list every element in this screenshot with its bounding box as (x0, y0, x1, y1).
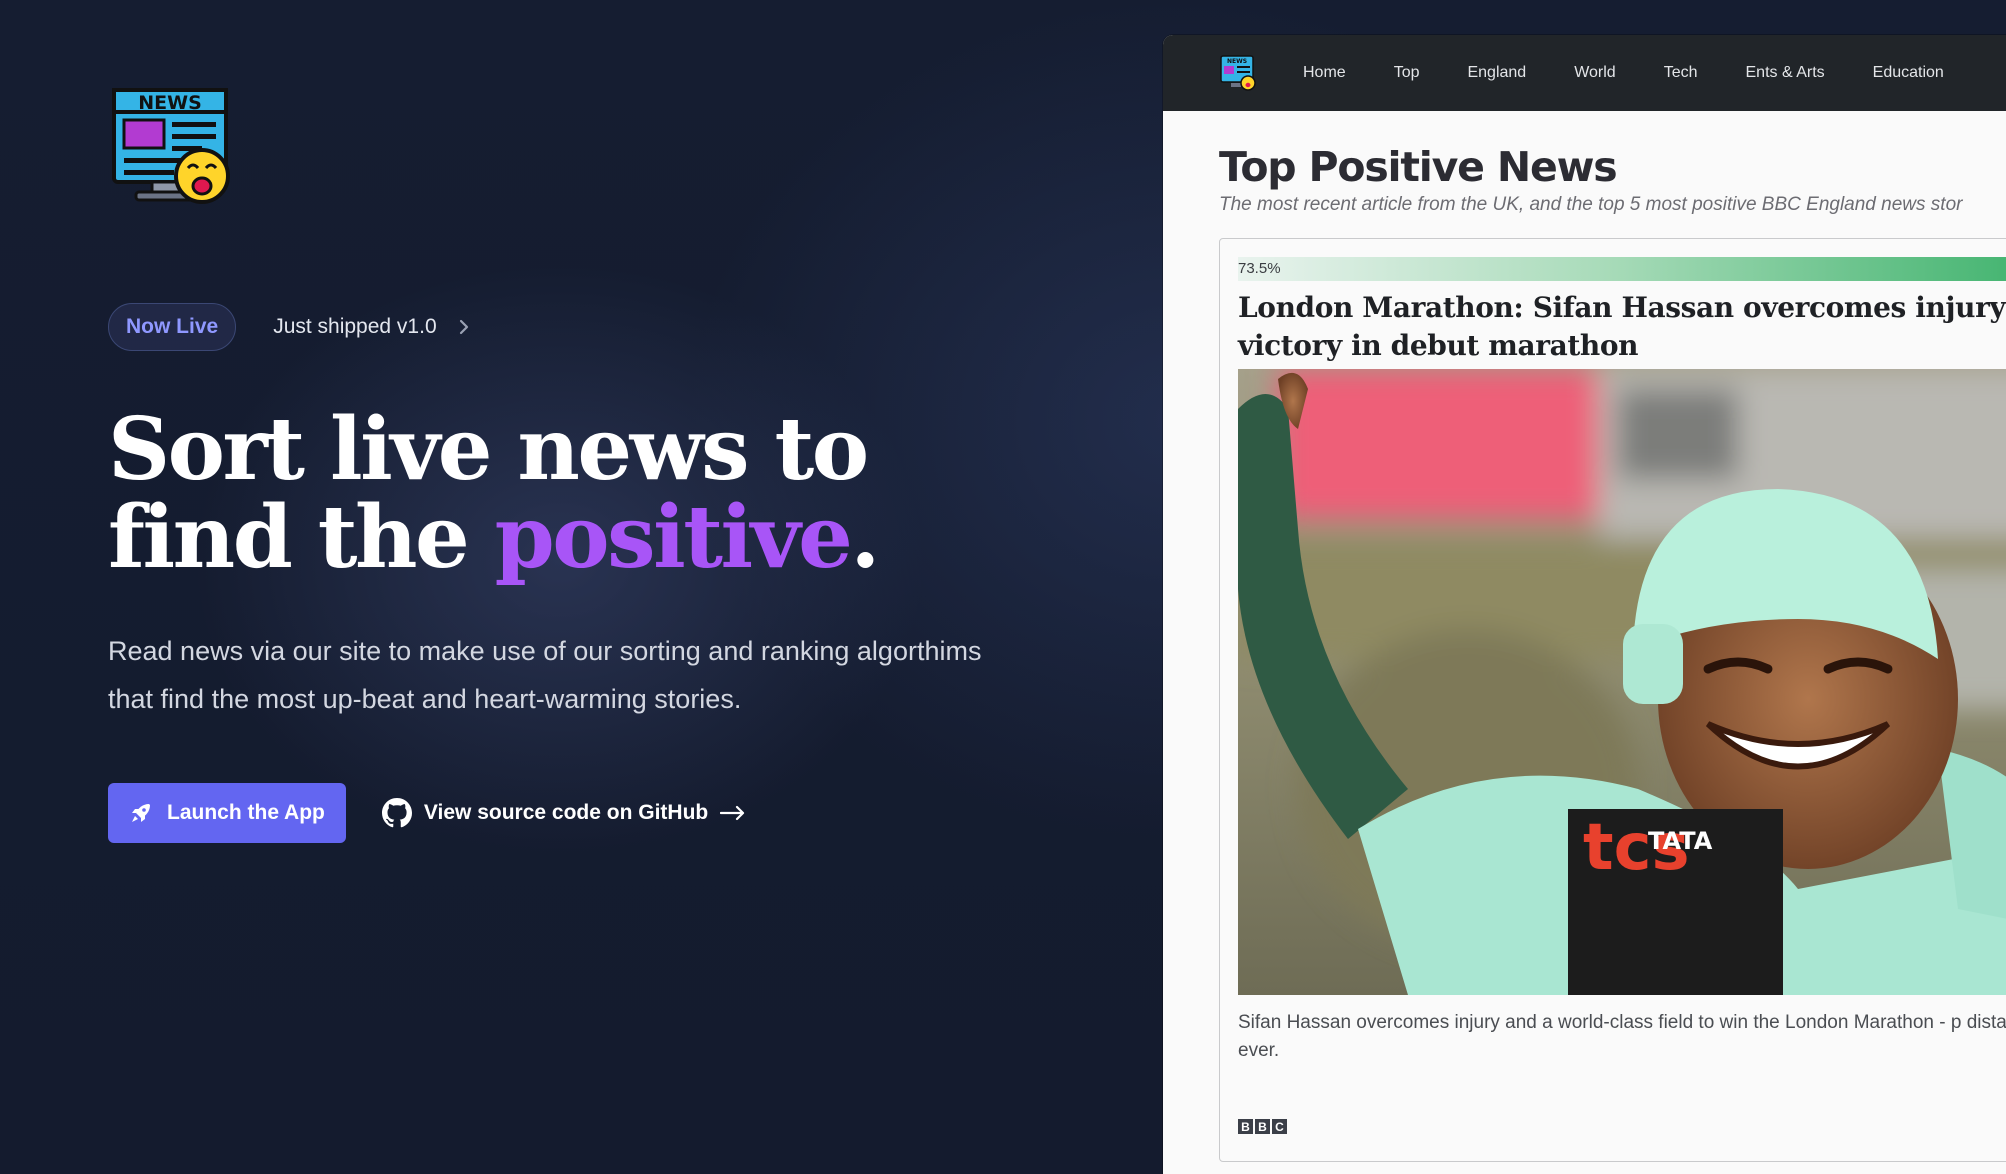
nav-logo-icon[interactable]: NEWS (1219, 54, 1257, 92)
nav-item-ents-arts[interactable]: Ents & Arts (1722, 64, 1849, 82)
now-live-pill: Now Live (108, 303, 237, 351)
headline-line-1: Sort live news to (108, 399, 869, 500)
preview-navbar: NEWS Home Top England World Tech Ents & … (1163, 35, 2006, 111)
launch-app-button[interactable]: Launch the App (108, 783, 346, 843)
article-title[interactable]: London Marathon: Sifan Hassan overcomes … (1238, 289, 2006, 365)
github-icon (381, 798, 412, 828)
cta-row: Launch the App View source code on GitHu… (108, 783, 746, 843)
nav-item-tech[interactable]: Tech (1640, 64, 1722, 82)
github-source-link[interactable]: View source code on GitHub (381, 798, 746, 828)
headline-accent-word: positive (494, 487, 853, 588)
github-link-label: View source code on GitHub (423, 801, 709, 824)
logo-text: NEWS (138, 92, 202, 114)
bbc-logo-letter: B (1238, 1119, 1253, 1134)
arrow-right-icon (720, 805, 745, 821)
release-link[interactable]: Just shipped v1.0 (273, 315, 470, 339)
nav-logo-text: NEWS (1227, 58, 1247, 65)
nav-item-home[interactable]: Home (1279, 64, 1370, 82)
preview-page-title: Top Positive News (1219, 143, 1618, 191)
launch-app-label: Launch the App (167, 801, 325, 824)
rocket-icon (132, 804, 150, 822)
nav-item-england[interactable]: England (1443, 64, 1550, 82)
bib-sponsor-text: TATA (1648, 827, 1713, 855)
bbc-logo-icon: B B C (1238, 1119, 1287, 1134)
bbc-logo-letter: C (1272, 1119, 1287, 1134)
article-photo[interactable]: tcs TATA (1238, 369, 2006, 995)
headline-line-2-suffix: . (850, 487, 880, 588)
article-caption: Sifan Hassan overcomes injury and a worl… (1238, 1012, 2006, 1061)
release-text: Just shipped v1.0 (273, 315, 437, 338)
news-logo-icon[interactable]: NEWS (108, 84, 232, 208)
nav-item-education[interactable]: Education (1849, 64, 1968, 82)
hero-headline: Sort live news to find the positive. (108, 406, 1008, 582)
bbc-logo-letter: B (1255, 1119, 1270, 1134)
positivity-score-label: 73.5% (1238, 260, 1281, 277)
release-badge[interactable]: Now Live Just shipped v1.0 (108, 303, 471, 351)
nav-item-top[interactable]: Top (1370, 64, 1444, 82)
preview-page-subtitle: The most recent article from the UK, and… (1219, 194, 1963, 215)
app-preview: NEWS Home Top England World Tech Ents & … (1163, 35, 2006, 1174)
positivity-score: 73.5% (1238, 257, 2006, 281)
positivity-score-bar (1238, 257, 2006, 281)
nav-item-world[interactable]: World (1550, 64, 1640, 82)
hero-subtitle: Read news via our site to make use of ou… (108, 636, 982, 714)
headline-line-2-prefix: find the (108, 487, 495, 588)
landing-page: NEWS Now Live Just shipped v1.0 Sort liv… (0, 0, 2006, 1174)
article-card[interactable]: 73.5% London Marathon: Sifan Hassan over… (1219, 238, 2006, 1162)
chevron-right-icon (459, 319, 468, 335)
